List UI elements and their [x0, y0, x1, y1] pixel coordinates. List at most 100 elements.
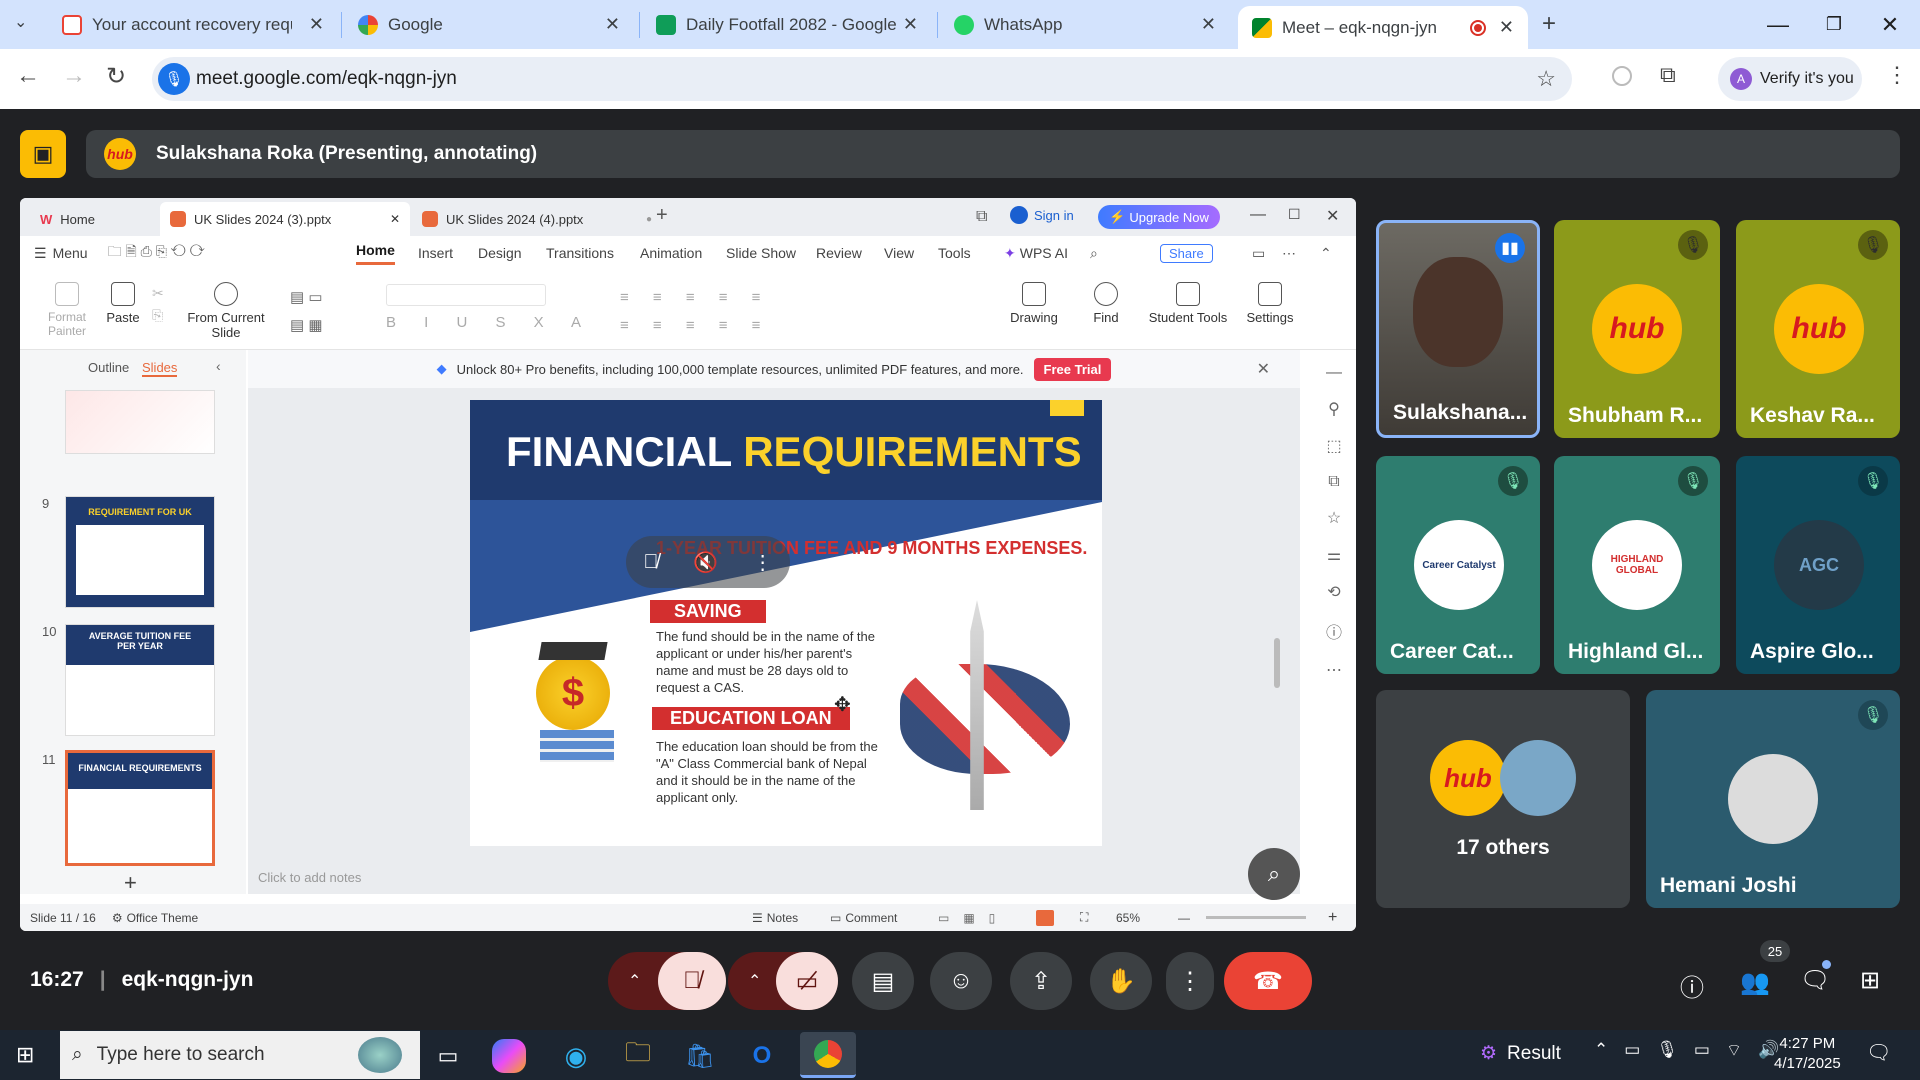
activities-icon[interactable]: ⊞: [1860, 966, 1880, 995]
ribbon-tab-tools[interactable]: Tools: [938, 245, 971, 261]
slide-thumbnail-9[interactable]: REQUIREMENT FOR UK: [65, 496, 215, 608]
ribbon-tab-design[interactable]: Design: [478, 245, 522, 261]
format-painter-button[interactable]: Format Painter: [42, 282, 92, 338]
more-icon[interactable]: ⋯: [1282, 245, 1296, 262]
tab-account-recovery[interactable]: Your account recovery request ✕: [48, 0, 338, 49]
ribbon-tab-view[interactable]: View: [884, 245, 914, 261]
address-bar[interactable]: 🎙 meet.google.com/eqk-nqgn-jyn ☆: [152, 57, 1572, 101]
fit-icon[interactable]: ⛶: [1080, 910, 1088, 925]
participant-tile-keshav[interactable]: hub 🎙 Keshav Ra...: [1736, 220, 1900, 438]
zoom-level[interactable]: 65%: [1116, 911, 1140, 925]
new-tab-icon[interactable]: +: [656, 204, 668, 227]
cut-copy-icons[interactable]: ✂ ⎘: [152, 282, 164, 326]
comment-icon[interactable]: ▭: [1252, 245, 1265, 262]
captions-button[interactable]: ▤: [852, 952, 914, 1010]
select-icon[interactable]: ⬚: [1326, 436, 1341, 456]
participant-tile-career-catalyst[interactable]: Career Catalyst 🎙 Career Cat...: [1376, 456, 1540, 674]
wps-ai-button[interactable]: ✦ WPS AI: [1004, 245, 1068, 262]
weather-widget[interactable]: ⚙ Result: [1480, 1042, 1561, 1065]
minus-icon[interactable]: —: [1326, 364, 1342, 382]
find-button[interactable]: Find: [1086, 282, 1126, 325]
vertical-scrollbar[interactable]: [1274, 638, 1280, 688]
participant-tile-highland-global[interactable]: HIGHLAND GLOBAL 🎙 Highland Gl...: [1554, 456, 1720, 674]
history-icon[interactable]: ⟲: [1327, 582, 1340, 602]
outlook-icon[interactable]: O: [742, 1036, 782, 1076]
tab-search-icon[interactable]: ⌄: [14, 12, 27, 32]
puzzle-icon[interactable]: ⧉: [1660, 62, 1676, 88]
font-name-select[interactable]: [386, 284, 546, 306]
clock[interactable]: 4:27 PM 4/17/2025: [1774, 1034, 1841, 1074]
mic-off-icon[interactable]: 🎙̸: [643, 551, 658, 574]
paste-button[interactable]: Paste: [100, 282, 146, 325]
paragraph-icons[interactable]: ≡ ≡ ≡ ≡ ≡ ≡ ≡ ≡ ≡ ≡: [620, 284, 770, 340]
camera-toggle-button[interactable]: ▭̸: [776, 952, 838, 1010]
sign-in-button[interactable]: Sign in: [1010, 206, 1074, 224]
outline-tab[interactable]: Outline: [88, 360, 129, 375]
quick-access-icons[interactable]: 🗀 🗎 ⎙ ⎘ ⟲ ⟳: [108, 241, 205, 265]
close-icon[interactable]: ✕: [605, 14, 620, 35]
tab-whatsapp[interactable]: WhatsApp ✕: [940, 0, 1230, 49]
file-explorer-icon[interactable]: 🗀: [618, 1036, 658, 1076]
new-tab-icon[interactable]: +: [1542, 10, 1556, 38]
wps-tab-file-3[interactable]: UK Slides 2024 (3).pptx ✕: [160, 202, 410, 236]
close-icon[interactable]: ✕: [390, 212, 400, 226]
settings-button[interactable]: Settings: [1240, 282, 1300, 325]
sliders-icon[interactable]: ⚌: [1327, 545, 1341, 565]
ribbon-tab-home[interactable]: Home: [356, 242, 395, 265]
copilot-icon[interactable]: [492, 1039, 526, 1073]
participant-tile-shubham[interactable]: hub 🎙 Shubham R...: [1554, 220, 1720, 438]
tab-google[interactable]: Google ✕: [344, 0, 634, 49]
notes-field[interactable]: Click to add notes: [258, 870, 361, 885]
ribbon-tab-review[interactable]: Review: [816, 245, 862, 261]
system-tray[interactable]: ⌃ ▭ 🎙 ▭ ⌔ 🔊: [1594, 1040, 1779, 1061]
notifications-icon[interactable]: 🗨: [1866, 1040, 1891, 1065]
from-current-slide-button[interactable]: From Current Slide: [186, 282, 266, 340]
upgrade-button[interactable]: ⚡ Upgrade Now: [1098, 205, 1220, 229]
zoom-button[interactable]: ⌕: [1248, 848, 1300, 900]
ribbon-tab-animation[interactable]: Animation: [640, 245, 702, 261]
close-icon[interactable]: ✕: [1326, 206, 1339, 226]
raise-hand-button[interactable]: ✋: [1090, 952, 1152, 1010]
tab-meet[interactable]: Meet – eqk-nqgn-jyn ✕: [1238, 6, 1528, 49]
add-slide-icon[interactable]: +: [124, 870, 137, 896]
edge-icon[interactable]: ◉: [556, 1036, 596, 1076]
student-tools-button[interactable]: Student Tools: [1148, 282, 1228, 325]
restore-icon[interactable]: ❐: [1806, 0, 1862, 49]
window-icon[interactable]: ⧉: [976, 208, 987, 226]
leave-call-button[interactable]: ☎: [1224, 952, 1312, 1010]
share-button[interactable]: Share: [1160, 243, 1213, 263]
slide-thumbnail-11[interactable]: FINANCIAL REQUIREMENTS: [65, 750, 215, 866]
slides-tab[interactable]: Slides: [142, 360, 178, 377]
reactions-button[interactable]: ☺: [930, 952, 992, 1010]
mic-toggle-button[interactable]: 🎙̸: [658, 952, 726, 1010]
participant-tile-sulakshana[interactable]: ▮▮ Sulakshana...: [1376, 220, 1540, 438]
comment-button[interactable]: ▭ Comment: [830, 911, 897, 925]
close-icon[interactable]: ✕: [1201, 14, 1216, 35]
wps-tab-home[interactable]: W Home: [30, 202, 160, 236]
profile-button[interactable]: A Verify it's you: [1718, 57, 1862, 101]
forward-icon[interactable]: →: [62, 62, 86, 90]
participant-tile-hemani[interactable]: 🎙 Hemani Joshi: [1646, 690, 1900, 908]
chevron-up-icon[interactable]: ⌃: [628, 971, 641, 991]
slide-thumbnail-10[interactable]: AVERAGE TUITION FEE PER YEAR: [65, 624, 215, 736]
taskbar-search[interactable]: ⌕ Type here to search: [60, 1031, 420, 1079]
back-icon[interactable]: ←: [16, 62, 40, 90]
star-icon[interactable]: ☆: [1327, 508, 1341, 528]
font-format-icons[interactable]: B I U S X A: [386, 314, 593, 331]
slideshow-play-icon[interactable]: [1036, 909, 1054, 926]
present-button[interactable]: ⇪: [1010, 952, 1072, 1010]
extension-icon[interactable]: [1612, 66, 1632, 86]
people-icon[interactable]: 👥: [1740, 968, 1770, 997]
zoom-slider[interactable]: [1206, 916, 1306, 919]
zoom-out-icon[interactable]: —: [1178, 911, 1190, 925]
wps-tab-file-4[interactable]: UK Slides 2024 (4).pptx ●: [412, 202, 662, 236]
window-close-icon[interactable]: ✕: [1862, 0, 1918, 49]
drawing-button[interactable]: Drawing: [1004, 282, 1064, 325]
search-icon[interactable]: ⌕: [1090, 245, 1098, 262]
store-icon[interactable]: 🛍: [680, 1036, 720, 1076]
theme-button[interactable]: ⚙ Office Theme: [112, 911, 198, 925]
participant-tile-others[interactable]: hub 17 others: [1376, 690, 1630, 908]
chat-icon[interactable]: 🗨: [1800, 966, 1830, 995]
minimize-icon[interactable]: —: [1750, 0, 1806, 49]
view-mode-icons[interactable]: ▭▦▯: [938, 911, 1009, 925]
